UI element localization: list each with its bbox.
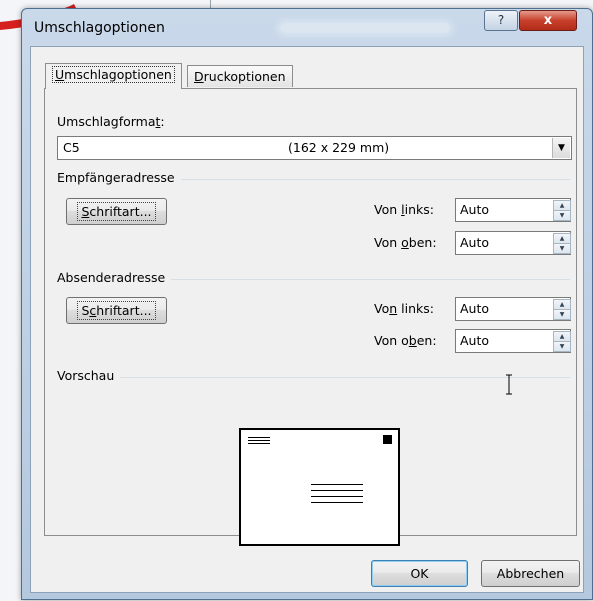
envelope-preview xyxy=(239,428,400,546)
envelope-size-label: Umschlagformat: xyxy=(57,114,165,129)
sender-font-label: Schriftart... xyxy=(77,301,156,320)
recipient-from-left-value: Auto xyxy=(460,202,490,217)
recipient-from-left-spinner[interactable]: Auto ▲ ▼ xyxy=(455,198,571,222)
ok-button[interactable]: OK xyxy=(371,560,468,587)
spin-buttons: ▲ ▼ xyxy=(553,299,571,320)
tab-envelope-options[interactable]: Umschlagoptionen xyxy=(45,63,182,89)
envelope-size-dimensions: (162 x 229 mm) xyxy=(288,140,390,155)
chevron-down-icon[interactable]: ▼ xyxy=(552,138,570,158)
recipient-from-left-label: Von links: xyxy=(374,202,434,217)
sender-from-top-value: Auto xyxy=(460,333,490,348)
title-bar[interactable]: Umschlagoptionen ? x xyxy=(22,9,592,45)
sender-from-left-value: Auto xyxy=(460,301,490,316)
recipient-font-button[interactable]: Schriftart... xyxy=(66,198,167,225)
spin-buttons: ▲ ▼ xyxy=(553,331,571,352)
dialog-client-area: Umschlagoptionen Druckoptionen Umschlagf… xyxy=(30,46,584,593)
recipient-from-top-spinner[interactable]: Auto ▲ ▼ xyxy=(455,231,571,255)
help-button[interactable]: ? xyxy=(484,10,518,31)
preview-address-line xyxy=(311,496,363,497)
sender-from-left-label: Von links: xyxy=(374,301,434,316)
title-bar-blur xyxy=(280,23,450,33)
preview-address-line xyxy=(311,490,363,491)
spin-buttons: ▲ ▼ xyxy=(553,233,571,254)
preview-address-line xyxy=(311,484,363,485)
close-icon: x xyxy=(543,13,553,28)
cancel-button[interactable]: Abbrechen xyxy=(481,560,580,587)
down-arrow-icon[interactable]: ▼ xyxy=(553,309,571,320)
preview-sender-line xyxy=(248,437,270,438)
sender-from-left-spinner[interactable]: Auto ▲ ▼ xyxy=(455,297,571,321)
sender-font-button[interactable]: Schriftart... xyxy=(66,297,167,324)
down-arrow-icon[interactable]: ▼ xyxy=(553,243,571,254)
tab-envelope-options-label: Umschlagoptionen xyxy=(52,66,175,83)
envelope-size-dropdown[interactable]: C5 (162 x 229 mm) ▼ xyxy=(57,136,572,160)
preview-sender-line xyxy=(248,440,270,441)
preview-group-title: Vorschau xyxy=(57,368,121,383)
recipient-from-top-value: Auto xyxy=(460,235,490,250)
spin-buttons: ▲ ▼ xyxy=(553,200,571,221)
preview-address-line xyxy=(311,502,363,503)
preview-sender-line xyxy=(248,443,270,444)
sender-from-top-label: Von oben: xyxy=(374,333,437,348)
help-icon: ? xyxy=(497,13,505,27)
sender-from-top-spinner[interactable]: Auto ▲ ▼ xyxy=(455,329,571,353)
sender-group-title: Absenderadresse xyxy=(57,270,172,285)
envelope-size-value: C5 xyxy=(63,140,80,155)
tab-print-options[interactable]: Druckoptionen xyxy=(187,65,293,87)
preview-stamp xyxy=(383,435,392,444)
recipient-font-label: Schriftart... xyxy=(77,202,156,221)
preview-group-line xyxy=(57,377,570,378)
close-button[interactable]: x xyxy=(519,10,577,31)
down-arrow-icon[interactable]: ▼ xyxy=(553,341,571,352)
tab-print-options-label: Druckoptionen xyxy=(194,69,286,84)
ibeam-cursor-icon xyxy=(506,374,512,395)
dialog-title: Umschlagoptionen xyxy=(34,20,165,36)
down-arrow-icon[interactable]: ▼ xyxy=(553,210,571,221)
recipient-from-top-label: Von oben: xyxy=(374,235,437,250)
recipient-group-title: Empfängeradresse xyxy=(57,170,181,185)
envelope-options-dialog: Umschlagoptionen ? x Umschlagoptionen Dr… xyxy=(21,8,593,600)
